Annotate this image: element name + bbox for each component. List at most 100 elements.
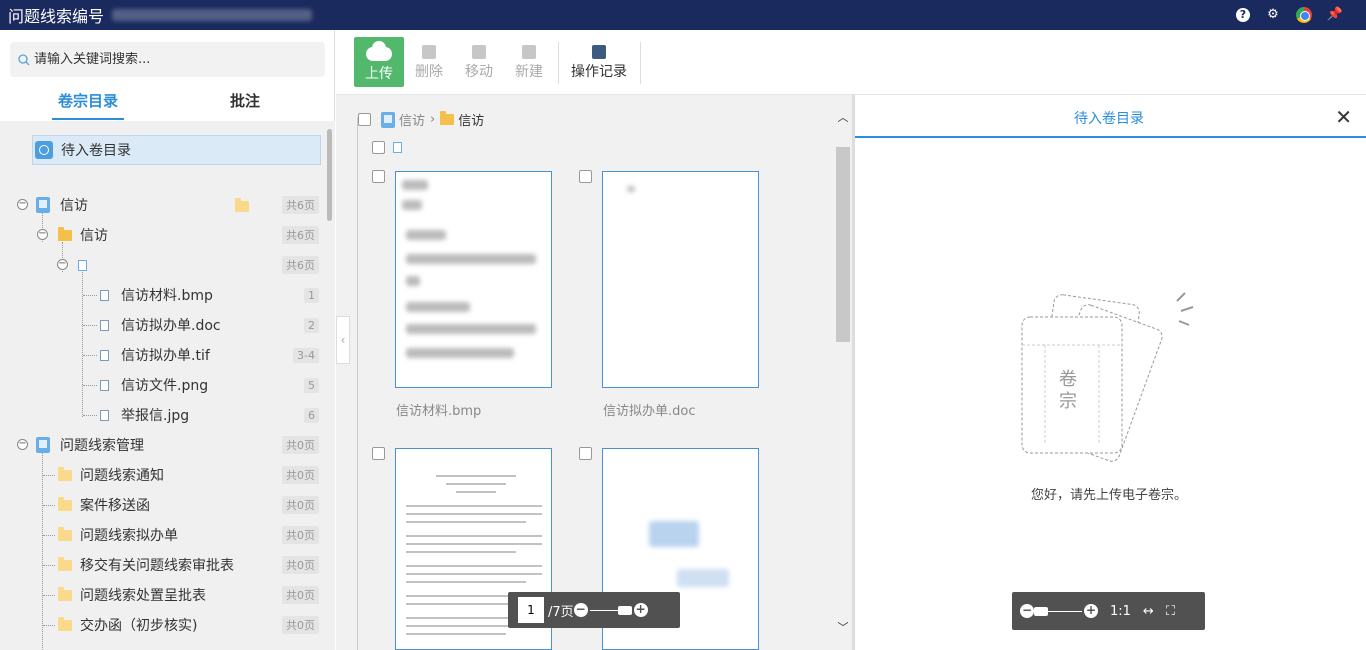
file-checkbox[interactable] xyxy=(372,170,385,183)
search-icon xyxy=(18,53,30,65)
move-button[interactable]: 移动 xyxy=(454,37,504,87)
zoom-slider[interactable] xyxy=(589,605,632,615)
help-icon[interactable]: ? xyxy=(1236,8,1250,22)
fit-page-icon[interactable]: ⛶ xyxy=(1166,604,1175,619)
zoom-out-icon[interactable]: − xyxy=(1020,604,1034,618)
file-icon xyxy=(100,319,109,331)
tree-node-label: 信访拟办单.doc xyxy=(121,318,221,334)
pin-icon[interactable]: 📌 xyxy=(1326,6,1344,24)
trash-icon xyxy=(422,45,436,59)
collapse-toggle[interactable]: − xyxy=(17,199,28,210)
fit-width-icon[interactable]: ↔ xyxy=(1143,604,1154,619)
folder-open-icon xyxy=(58,226,72,241)
breadcrumb-current: 信访 xyxy=(458,114,485,129)
file-checkbox[interactable] xyxy=(579,447,592,460)
file-thumbnail[interactable] xyxy=(395,171,552,388)
page-count: 共0页 xyxy=(282,526,319,544)
tree-node-label: 信访材料.bmp xyxy=(121,288,213,304)
zoom-slider[interactable] xyxy=(1034,606,1082,616)
tree-connector xyxy=(43,535,55,536)
tree-connector xyxy=(43,565,55,566)
tree-node-label: 交办函（初步核实) xyxy=(80,618,198,634)
tree-folder-item[interactable]: 问题线索处置呈批表 共0页 xyxy=(58,580,335,610)
page-range: 6 xyxy=(304,407,319,423)
tree-folder-item[interactable]: 问题线索拟办单 共0页 xyxy=(58,520,335,550)
zoom-in-icon[interactable]: + xyxy=(633,603,648,617)
scroll-thumb[interactable] xyxy=(836,147,850,342)
tree-folder-item[interactable]: 交办函（初步核实) 共0页 xyxy=(58,610,335,640)
tree-node-doc-group[interactable]: 共6页 xyxy=(78,250,335,280)
operation-log-button[interactable]: 操作记录 xyxy=(568,37,630,87)
tree-node-label: 问题线索处置呈批表 xyxy=(80,588,206,604)
collapse-left-panel-button[interactable]: ‹ xyxy=(336,316,350,364)
collapse-toggle[interactable]: − xyxy=(57,259,68,270)
clipboard-icon xyxy=(592,45,606,59)
group-checkbox[interactable] xyxy=(372,141,385,154)
zoom-out-icon[interactable]: − xyxy=(573,603,588,617)
tree-folder-item[interactable]: 移交有关问题线索审批表 共0页 xyxy=(58,550,335,580)
breadcrumb-root[interactable]: 信访 xyxy=(399,110,425,129)
tree-node-xinfang-folder[interactable]: 信访 共6页 xyxy=(58,220,335,250)
window-title: 问题线索编号 xyxy=(8,7,105,26)
scroll-down-icon[interactable]: ﹀ xyxy=(834,619,852,635)
page-total: /7页 xyxy=(548,604,574,620)
folder-icon xyxy=(58,466,72,481)
tree-connector xyxy=(43,595,55,596)
file-scrollbar[interactable]: ︿ ﹀ xyxy=(834,95,852,650)
page-count: 共0页 xyxy=(282,556,319,574)
page-count: 共0页 xyxy=(282,616,319,634)
actual-size-button[interactable]: 1:1 xyxy=(1110,604,1131,619)
close-icon[interactable]: ✕ xyxy=(1335,107,1352,127)
collapse-toggle[interactable]: − xyxy=(37,229,48,240)
tree-node-xinfang[interactable]: 信访 共6页 xyxy=(36,190,335,220)
file-thumbnail[interactable] xyxy=(602,171,759,388)
page-input[interactable] xyxy=(518,597,544,623)
select-all-checkbox[interactable] xyxy=(358,113,371,126)
tree-file-item[interactable]: 信访材料.bmp 1 xyxy=(100,280,335,310)
document-group-icon xyxy=(78,259,87,271)
panel-header: 待入卷目录 ✕ xyxy=(855,95,1366,138)
move-label: 移动 xyxy=(465,64,493,80)
file-checkbox[interactable] xyxy=(579,170,592,183)
tree-connector xyxy=(42,452,43,650)
page-count: 共0页 xyxy=(282,586,319,604)
tree-file-item[interactable]: 信访拟办单.tif 3-4 xyxy=(100,340,335,370)
tab-annotations[interactable]: 批注 xyxy=(230,90,260,111)
page-count: 共0页 xyxy=(282,496,319,514)
gear-icon[interactable]: ⚙ xyxy=(1264,6,1282,24)
title-redacted xyxy=(112,9,313,21)
volume-icon xyxy=(36,197,50,213)
tab-catalog[interactable]: 卷宗目录 xyxy=(51,90,125,120)
tree-node-label: 信访文件.png xyxy=(121,378,209,394)
pending-label: 待入卷目录 xyxy=(61,143,131,159)
tree-folder-item[interactable]: 问题线索通知 共0页 xyxy=(58,460,335,490)
page-count: 共6页 xyxy=(282,256,319,274)
collapse-toggle[interactable]: − xyxy=(17,439,28,450)
file-icon xyxy=(100,379,109,391)
delete-button[interactable]: 删除 xyxy=(404,37,454,87)
tree-node-label: 信访拟办单.tif xyxy=(121,348,210,364)
pending-catalog-item[interactable]: 待入卷目录 xyxy=(32,135,321,165)
scroll-up-icon[interactable]: ︿ xyxy=(834,109,852,125)
tree-file-item[interactable]: 信访拟办单.doc 2 xyxy=(100,310,335,340)
page-count: 共6页 xyxy=(282,196,319,214)
pending-catalog-panel: 待入卷目录 ✕ 卷宗 您好，请先上传电子卷宗。 − + 1:1 ↔ ⛶ xyxy=(855,95,1366,650)
zoom-in-icon[interactable]: + xyxy=(1084,604,1098,618)
zoom-slider-knob[interactable] xyxy=(617,605,632,615)
tree-folder-item[interactable]: 案件移送函 共0页 xyxy=(58,490,335,520)
volume-icon xyxy=(381,111,395,128)
folder-icon xyxy=(58,526,72,541)
empty-folder-illustration xyxy=(1021,292,1194,462)
tree-connector xyxy=(83,325,97,326)
upload-button[interactable]: 上传 xyxy=(354,37,404,87)
new-button[interactable]: 新建 xyxy=(504,37,554,87)
search-input[interactable] xyxy=(34,52,314,67)
tree-file-item[interactable]: 举报信.jpg 6 xyxy=(100,400,335,430)
move-icon xyxy=(472,45,486,59)
tree-node-clue-management[interactable]: 问题线索管理 共0页 xyxy=(36,430,335,460)
file-checkbox[interactable] xyxy=(372,447,385,460)
chrome-icon[interactable] xyxy=(1296,7,1312,23)
tree-connector xyxy=(83,355,97,356)
zoom-slider-knob[interactable] xyxy=(1034,606,1048,616)
tree-file-item[interactable]: 信访文件.png 5 xyxy=(100,370,335,400)
